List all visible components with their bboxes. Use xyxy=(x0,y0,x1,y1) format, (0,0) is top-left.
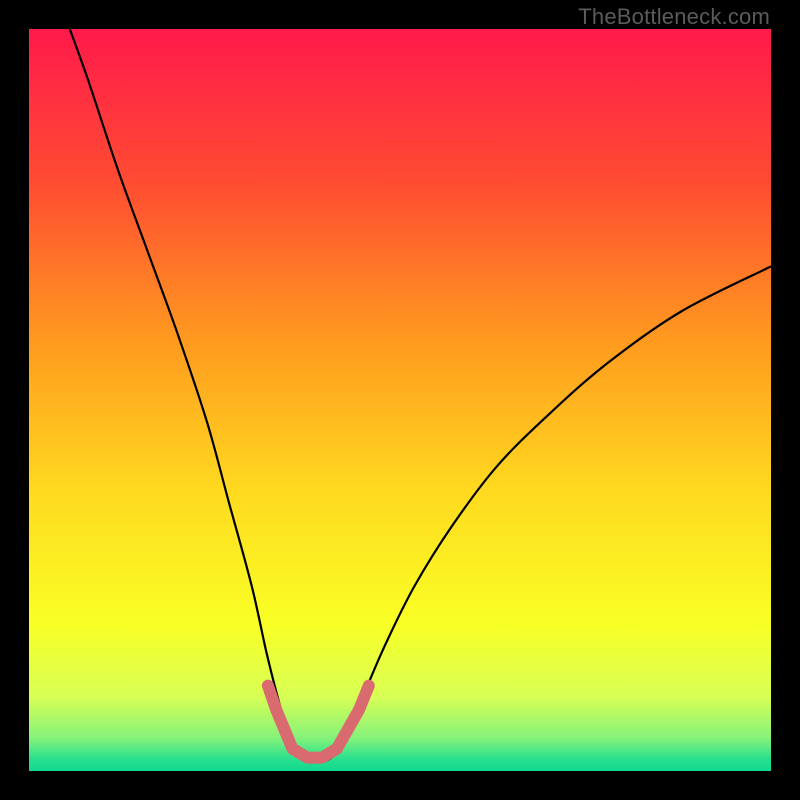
bottleneck-curve xyxy=(70,29,771,762)
watermark-text: TheBottleneck.com xyxy=(578,4,770,30)
marker-overlay xyxy=(268,686,369,758)
outer-frame: TheBottleneck.com xyxy=(0,0,800,800)
chart-svg xyxy=(29,29,771,771)
